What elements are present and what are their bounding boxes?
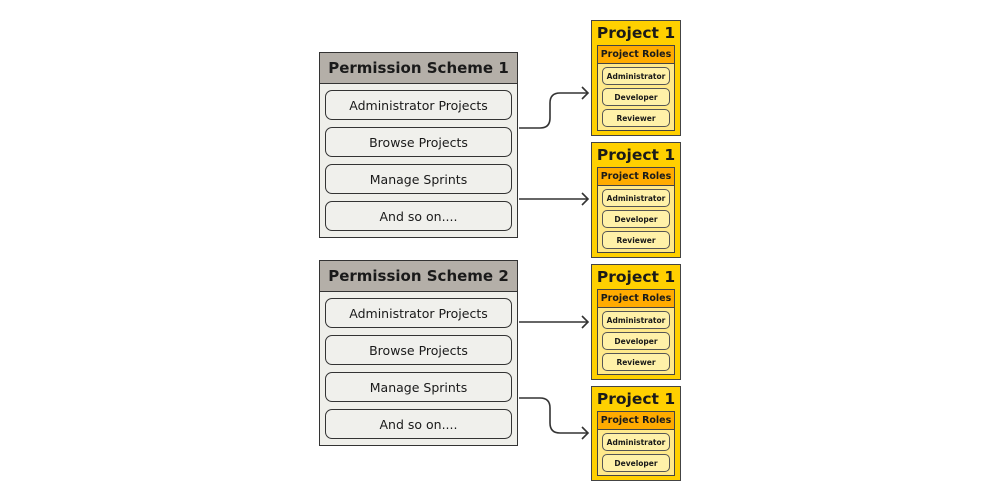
project-roles: Project Roles Administrator Developer [597, 411, 675, 476]
arrow-scheme2-sprints-to-project [519, 397, 588, 434]
role-item: Reviewer [602, 109, 670, 127]
project-roles: Project Roles Administrator Developer Re… [597, 167, 675, 253]
project-card: Project 1 Project Roles Administrator De… [591, 386, 681, 481]
role-item: Administrator [602, 433, 670, 451]
role-item: Reviewer [602, 231, 670, 249]
scheme-title: Permission Scheme 1 [320, 53, 517, 84]
project-roles: Project Roles Administrator Developer Re… [597, 289, 675, 375]
project-card: Project 1 Project Roles Administrator De… [591, 142, 681, 258]
roles-header: Project Roles [598, 412, 674, 430]
permission-item: Administrator Projects [325, 298, 512, 328]
diagram: Permission Scheme 1 Administrator Projec… [0, 0, 1000, 500]
roles-header: Project Roles [598, 46, 674, 64]
roles-header: Project Roles [598, 290, 674, 308]
permission-item: Browse Projects [325, 335, 512, 365]
permission-item: Manage Sprints [325, 372, 512, 402]
role-item: Developer [602, 454, 670, 472]
arrow-scheme1-browse-to-project [519, 92, 588, 129]
permission-scheme-1: Permission Scheme 1 Administrator Projec… [319, 52, 518, 238]
project-title: Project 1 [596, 146, 676, 164]
project-card: Project 1 Project Roles Administrator De… [591, 20, 681, 136]
roles-header: Project Roles [598, 168, 674, 186]
permission-item: And so on.... [325, 201, 512, 231]
role-item: Developer [602, 332, 670, 350]
role-item: Administrator [602, 311, 670, 329]
permission-item: And so on.... [325, 409, 512, 439]
permission-item: Browse Projects [325, 127, 512, 157]
role-item: Developer [602, 210, 670, 228]
project-title: Project 1 [596, 268, 676, 286]
role-item: Reviewer [602, 353, 670, 371]
permission-item: Manage Sprints [325, 164, 512, 194]
role-item: Administrator [602, 67, 670, 85]
role-item: Developer [602, 88, 670, 106]
scheme-title: Permission Scheme 2 [320, 261, 517, 292]
permission-scheme-2: Permission Scheme 2 Administrator Projec… [319, 260, 518, 446]
project-roles: Project Roles Administrator Developer Re… [597, 45, 675, 131]
role-item: Administrator [602, 189, 670, 207]
permission-item: Administrator Projects [325, 90, 512, 120]
project-card: Project 1 Project Roles Administrator De… [591, 264, 681, 380]
project-title: Project 1 [596, 390, 676, 408]
project-title: Project 1 [596, 24, 676, 42]
